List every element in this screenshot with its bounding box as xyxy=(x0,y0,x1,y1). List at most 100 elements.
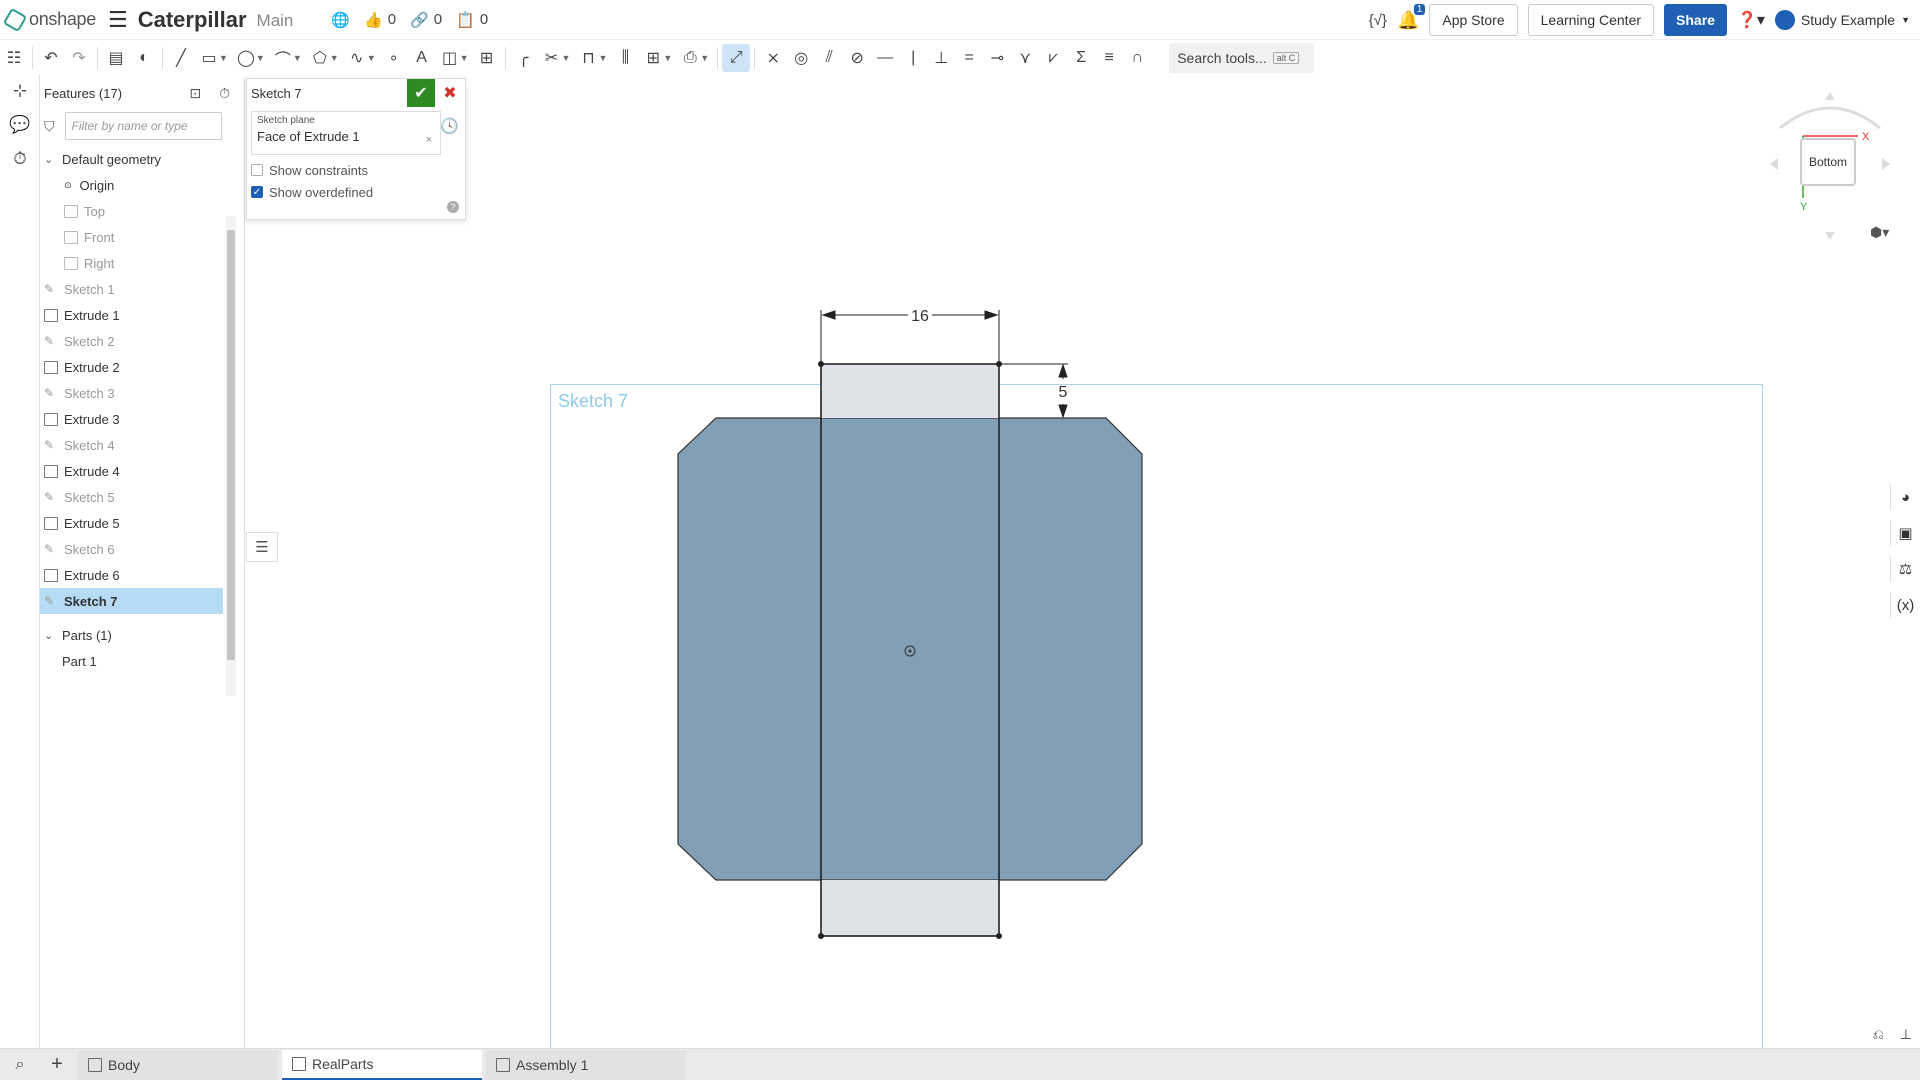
mirror-tool-icon[interactable]: ⫼ xyxy=(611,44,639,72)
branch-name[interactable]: Main xyxy=(257,11,294,31)
tree-item-sketch[interactable]: ✎ Sketch 3 xyxy=(40,380,244,406)
normal-icon[interactable]: ⋎ xyxy=(1011,44,1039,72)
width-dimension[interactable] xyxy=(820,310,1000,362)
tree-group-default-geometry[interactable]: ⌄ Default geometry xyxy=(40,146,244,172)
tab-manager-icon[interactable]: ⌕ xyxy=(0,1056,40,1074)
line-tool-icon[interactable]: ╱ xyxy=(167,44,195,72)
chevron-down-icon[interactable]: ▼ xyxy=(700,53,709,63)
tab-assembly-1[interactable]: Assembly 1 xyxy=(486,1049,686,1080)
show-constraints-checkbox[interactable] xyxy=(251,164,263,176)
offset-dimension-value[interactable]: 5 xyxy=(1059,384,1068,401)
add-tab-button[interactable]: + xyxy=(40,1053,74,1076)
part-bottom-face[interactable] xyxy=(677,417,1143,881)
dimension-tool-icon[interactable]: ⤢ xyxy=(722,44,751,72)
accept-button[interactable]: ✔ xyxy=(407,79,435,107)
chevron-down-icon[interactable]: ▼ xyxy=(330,53,339,63)
curvature-icon[interactable]: ∩ xyxy=(1123,44,1151,72)
symmetric-icon[interactable]: Σ xyxy=(1067,44,1095,72)
filter-icon[interactable]: ⛉ xyxy=(44,118,55,135)
redo-icon[interactable]: ↷ xyxy=(65,44,93,72)
tree-item-extrude[interactable]: Extrude 6 xyxy=(40,562,244,588)
sketch-icon[interactable]: ▤ xyxy=(102,44,130,72)
history-icon[interactable]: ⏱ xyxy=(0,142,40,176)
chevron-down-icon[interactable]: ⌄ xyxy=(44,629,56,642)
timer-icon[interactable]: ⏱ xyxy=(219,85,230,102)
chevron-down-icon[interactable]: ▼ xyxy=(663,53,672,63)
globe-icon[interactable]: 🌐 xyxy=(331,11,350,29)
notifications-button[interactable]: 🔔 1 xyxy=(1397,3,1426,31)
fillet-tool-icon[interactable]: ╭ xyxy=(510,44,538,72)
chevron-down-icon[interactable]: ▼ xyxy=(256,53,265,63)
use-icon[interactable]: ◐ xyxy=(130,44,158,72)
comments-icon[interactable]: 💬 xyxy=(0,108,40,142)
tree-item-sketch[interactable]: ✎ Sketch 6 xyxy=(40,536,244,562)
horizontal-icon[interactable]: — xyxy=(871,44,899,72)
concentric-icon[interactable]: ◎ xyxy=(787,44,815,72)
menu-icon[interactable]: ☰ xyxy=(108,7,128,33)
chevron-down-icon[interactable]: ▼ xyxy=(293,53,302,63)
variables-icon[interactable]: (x) xyxy=(1890,592,1920,618)
help-icon[interactable]: ❓▾ xyxy=(1737,10,1765,30)
coincident-icon[interactable]: ⨯ xyxy=(759,44,787,72)
tree-item-extrude[interactable]: Extrude 5 xyxy=(40,510,244,536)
rotate-up-icon[interactable] xyxy=(1825,92,1835,100)
sketch-plane-field[interactable]: Sketch plane Face of Extrude 1 × xyxy=(251,111,441,155)
appearance-icon[interactable]: ◕ xyxy=(1890,484,1920,510)
like-button[interactable]: 👍 0 xyxy=(364,11,396,29)
parallel-icon[interactable]: ⫽ xyxy=(815,44,843,72)
perpendicular-icon[interactable]: ⊥ xyxy=(927,44,955,72)
chevron-down-icon[interactable]: ⌄ xyxy=(44,153,56,166)
view-options-icon[interactable]: ⬢▾ xyxy=(1870,224,1889,241)
text-tool-icon[interactable]: A xyxy=(408,44,436,72)
feature-scrollbar-thumb[interactable] xyxy=(227,230,235,660)
chevron-down-icon[interactable]: ▼ xyxy=(460,53,469,63)
list-toggle-icon[interactable]: ☰ xyxy=(246,532,278,562)
tab-realparts[interactable]: RealParts xyxy=(282,1049,482,1080)
learning-center-button[interactable]: Learning Center xyxy=(1527,4,1655,36)
tree-item-sketch[interactable]: ✎ Sketch 4 xyxy=(40,432,244,458)
configurations-icon[interactable]: ▣ xyxy=(1890,520,1920,546)
history-icon[interactable]: 🕓 xyxy=(440,117,459,135)
clear-icon[interactable]: × xyxy=(426,134,432,146)
section-view-icon[interactable]: ⎌ xyxy=(1873,1026,1884,1043)
rotate-arc-icon[interactable] xyxy=(1779,106,1881,130)
mass-properties-icon[interactable]: ⚖ xyxy=(1890,556,1920,582)
tree-item-extrude[interactable]: Extrude 4 xyxy=(40,458,244,484)
view-cube[interactable]: X Y Bottom ⬢▾ xyxy=(1770,88,1890,248)
tree-item-sketch[interactable]: ✎ Sketch 1 xyxy=(40,276,244,302)
pierce-icon[interactable]: ⩗ xyxy=(1039,44,1067,72)
rollback-icon[interactable]: ⊡ xyxy=(189,85,201,102)
midpoint-icon[interactable]: ⊸ xyxy=(983,44,1011,72)
chevron-down-icon[interactable]: ▼ xyxy=(562,53,571,63)
help-icon[interactable]: ? xyxy=(447,201,459,213)
user-menu[interactable]: Study Example ▼ xyxy=(1774,10,1910,30)
links-button[interactable]: 🔗 0 xyxy=(410,11,442,29)
sketch-rectangle-top-region[interactable] xyxy=(821,364,999,418)
show-overdefined-option[interactable]: ✓ Show overdefined xyxy=(251,185,465,200)
tree-item-plane[interactable]: Front xyxy=(40,224,244,250)
share-button[interactable]: Share xyxy=(1664,4,1727,36)
document-title[interactable]: Caterpillar xyxy=(138,7,247,33)
chevron-down-icon[interactable]: ▼ xyxy=(219,53,228,63)
variables-icon[interactable]: {√} xyxy=(1369,12,1387,29)
tree-item-plane[interactable]: Top xyxy=(40,198,244,224)
equal-icon[interactable]: = xyxy=(955,44,983,72)
tree-item-plane[interactable]: Right xyxy=(40,250,244,276)
tab-body[interactable]: Body xyxy=(78,1049,278,1080)
measure-icon[interactable]: ⊥ xyxy=(1900,1026,1912,1043)
width-dimension-value[interactable]: 16 xyxy=(911,308,929,325)
app-store-button[interactable]: App Store xyxy=(1429,4,1518,36)
vertical-icon[interactable]: | xyxy=(899,44,927,72)
tree-item-origin[interactable]: ⊙ Origin xyxy=(40,172,244,198)
tree-group-parts[interactable]: ⌄ Parts (1) xyxy=(40,622,244,648)
tree-item-part[interactable]: Part 1 xyxy=(40,648,244,674)
sketch-point[interactable] xyxy=(996,933,1002,939)
onshape-logo[interactable]: onshape xyxy=(2,7,96,32)
rotate-left-icon[interactable] xyxy=(1770,158,1778,170)
fix-icon[interactable]: ≡ xyxy=(1095,44,1123,72)
chevron-down-icon[interactable]: ▼ xyxy=(598,53,607,63)
graphics-viewport[interactable]: Sketch 7 16 5 xyxy=(246,74,1886,1066)
feature-list-icon[interactable]: ☷ xyxy=(0,44,28,72)
filter-input[interactable]: Filter by name or type xyxy=(64,112,222,140)
copies-button[interactable]: 📋 0 xyxy=(456,11,488,29)
